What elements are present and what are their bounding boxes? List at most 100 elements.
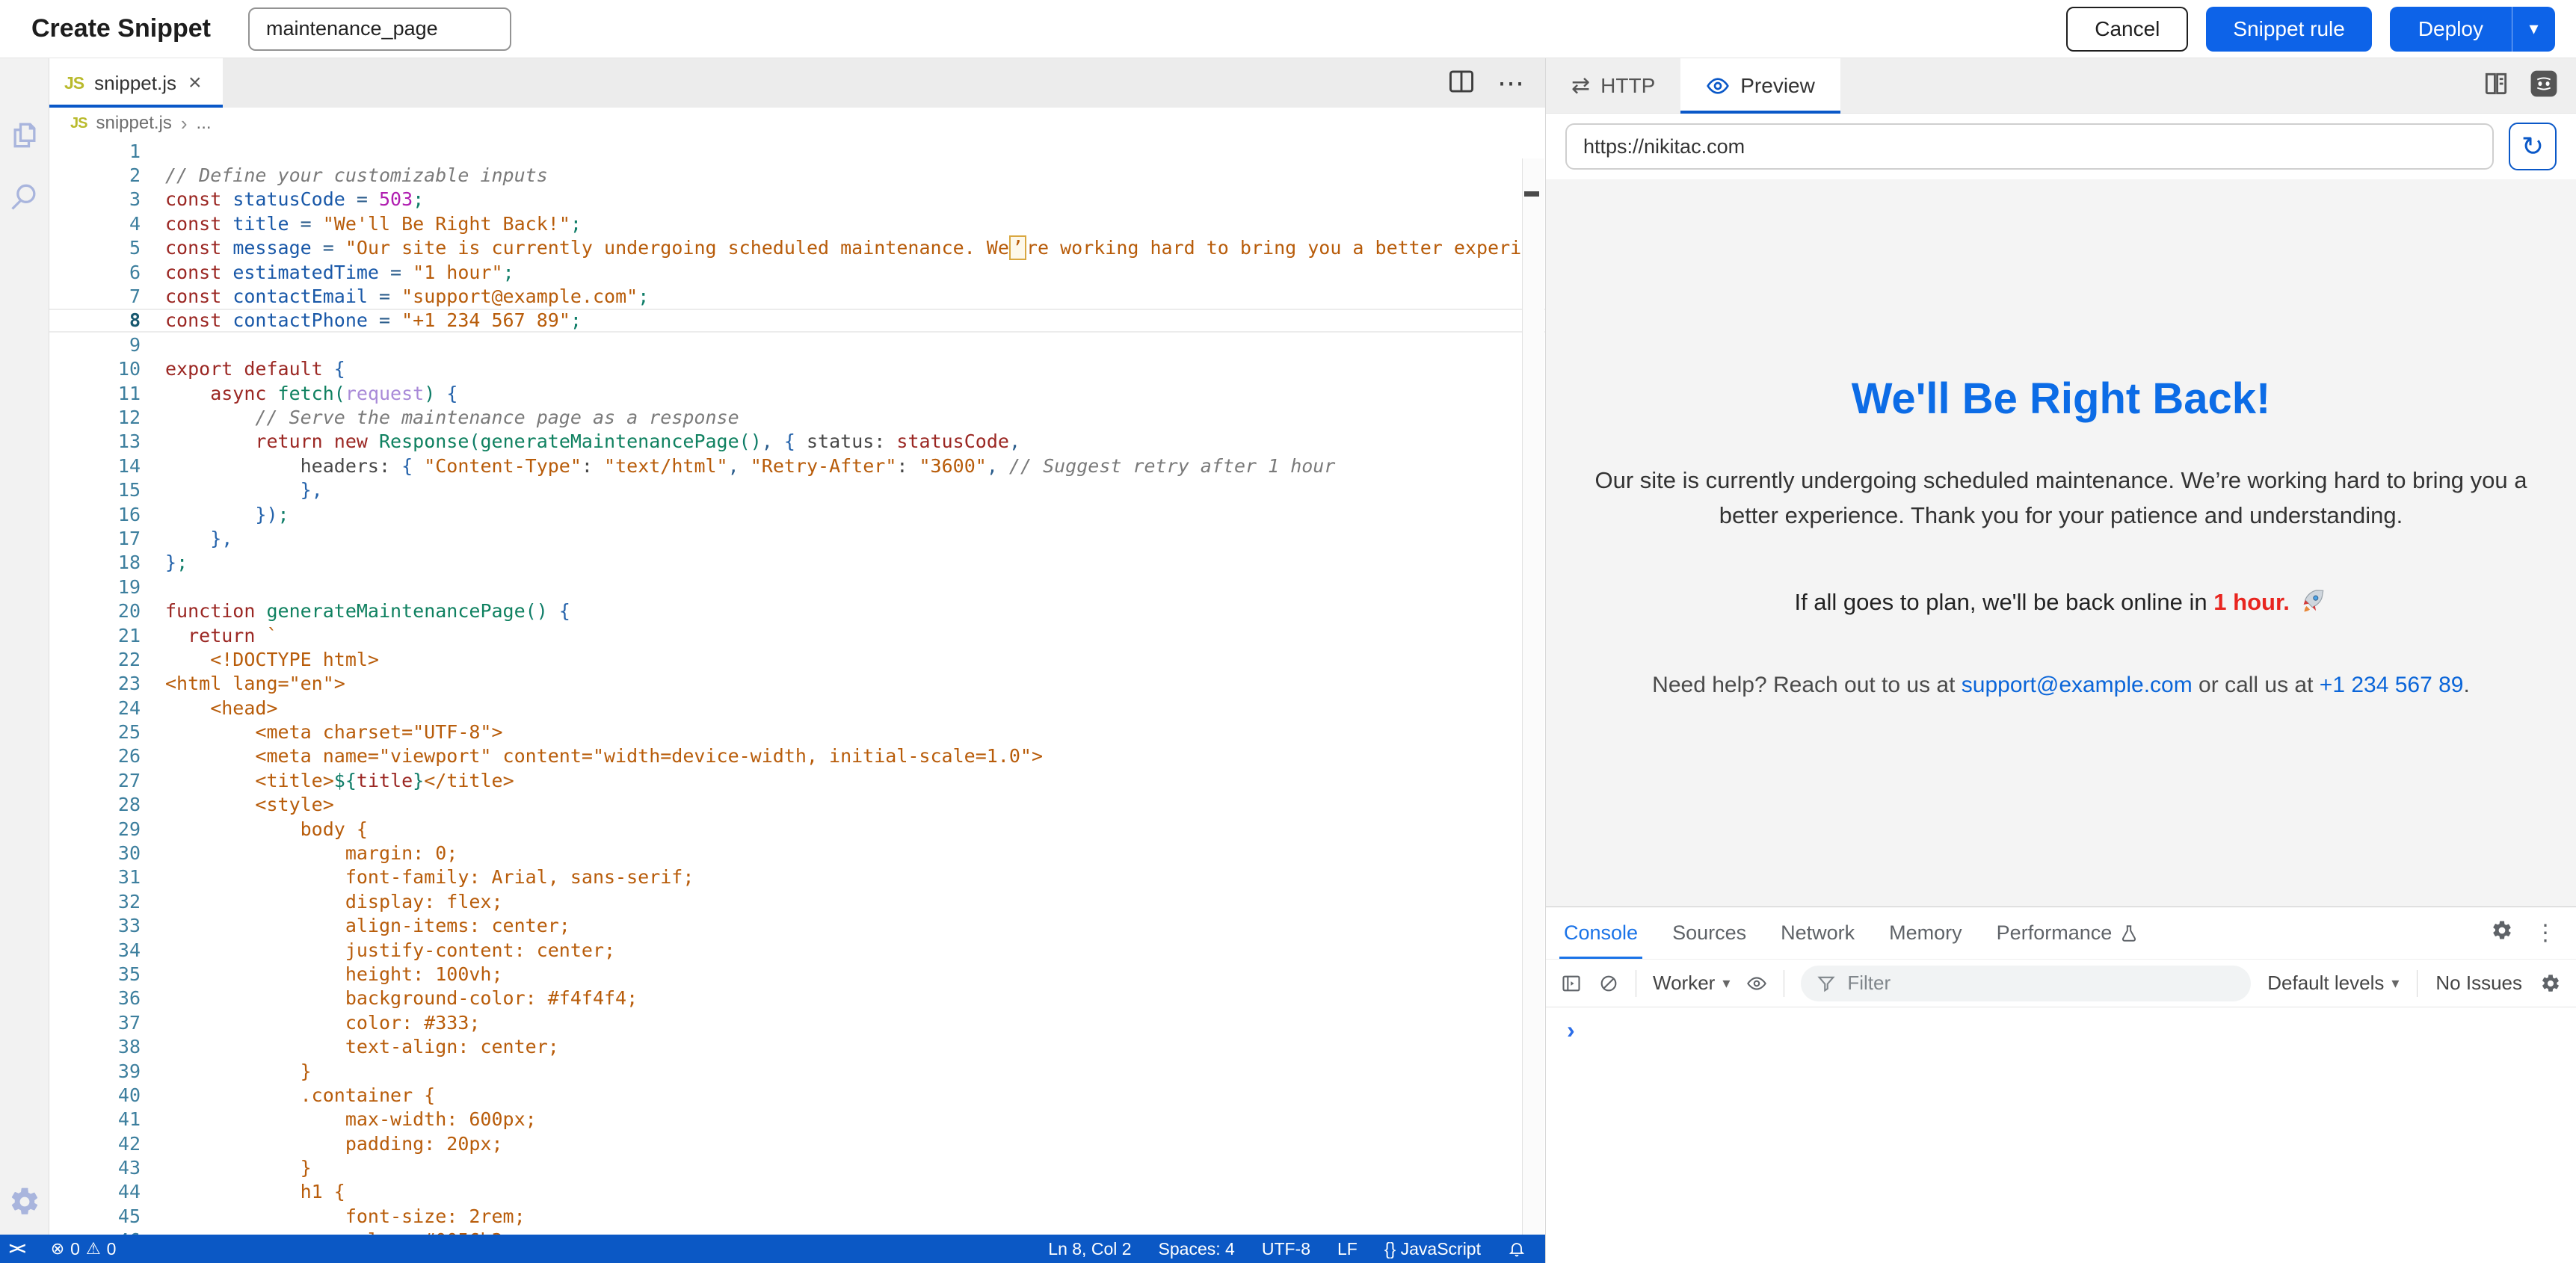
line-number: 31	[49, 866, 141, 888]
line-number: 32	[49, 891, 141, 912]
notifications-bell-icon[interactable]	[1508, 1240, 1526, 1258]
tab-close-icon[interactable]: ×	[188, 72, 202, 94]
code-line-2: 2// Define your customizable inputs	[49, 163, 1545, 187]
files-icon[interactable]	[8, 119, 41, 152]
split-editor-icon[interactable]	[1448, 70, 1475, 97]
code-line-14: 14 headers: { "Content-Type": "text/html…	[49, 454, 1545, 478]
cursor-position[interactable]: Ln 8, Col 2	[1048, 1239, 1131, 1259]
code-text: },	[141, 528, 232, 549]
eol-sequence[interactable]: LF	[1337, 1239, 1358, 1259]
line-number: 20	[49, 600, 141, 622]
code-text: background-color: #f4f4f4;	[141, 987, 638, 1009]
code-line-11: 11 async fetch(request) {	[49, 381, 1545, 405]
devtools-tabbar-actions: ⋮	[2491, 919, 2576, 947]
devtools-tab-memory[interactable]: Memory	[1889, 907, 1962, 959]
problems-warnings[interactable]: ⚠ 0	[86, 1239, 117, 1259]
code-line-20: 20function generateMaintenancePage() {	[49, 599, 1545, 623]
preview-tab-bar: ⇄ HTTP Preview	[1546, 58, 2576, 114]
encoding[interactable]: UTF-8	[1262, 1239, 1310, 1259]
filter-funnel-icon	[1816, 973, 1837, 994]
clear-console-icon[interactable]	[1598, 973, 1619, 994]
console-prompt-chevron[interactable]: ›	[1546, 1007, 2576, 1042]
remote-indicator-icon[interactable]: ><	[9, 1239, 24, 1259]
devtools-kebab-menu-icon[interactable]: ⋮	[2534, 920, 2557, 946]
devtools-tab-console[interactable]: Console	[1564, 907, 1638, 959]
settings-gear-icon[interactable]	[8, 1185, 41, 1218]
editor-actions: ⋯	[1448, 58, 1545, 108]
devtools-tab-sources[interactable]: Sources	[1672, 907, 1746, 959]
code-text: <meta charset="UTF-8">	[141, 721, 503, 743]
tab-snippet-js[interactable]: JS snippet.js ×	[49, 58, 223, 108]
context-selector[interactable]: Worker▾	[1653, 972, 1730, 995]
snippet-name-input[interactable]	[248, 7, 511, 51]
deploy-split-button[interactable]: Deploy ▾	[2390, 7, 2555, 52]
deploy-dropdown-caret-icon[interactable]: ▾	[2512, 7, 2555, 52]
line-number: 30	[49, 842, 141, 864]
breadcrumb[interactable]: JS snippet.js › ...	[49, 108, 1545, 139]
code-line-7: 7const contactEmail = "support@example.c…	[49, 284, 1545, 308]
line-number: 12	[49, 407, 141, 428]
line-number: 16	[49, 504, 141, 525]
code-line-6: 6const estimatedTime = "1 hour";	[49, 260, 1545, 284]
cancel-button[interactable]: Cancel	[2066, 7, 2188, 52]
line-number: 2	[49, 164, 141, 186]
code-text: const message = "Our site is currently u…	[141, 237, 1545, 259]
code-line-42: 42 padding: 20px;	[49, 1131, 1545, 1155]
live-expression-eye-icon[interactable]	[1746, 973, 1767, 994]
default-levels-dropdown[interactable]: Default levels▾	[2267, 972, 2399, 995]
code-line-36: 36 background-color: #f4f4f4;	[49, 986, 1545, 1010]
code-text: const title = "We'll Be Right Back!";	[141, 213, 582, 235]
tab-http[interactable]: ⇄ HTTP	[1546, 58, 1680, 113]
console-settings-gear-icon[interactable]	[2540, 973, 2561, 994]
code-text: height: 100vh;	[141, 963, 503, 985]
search-icon[interactable]	[8, 180, 41, 213]
preview-panel: ⇄ HTTP Preview	[1545, 58, 2576, 1263]
code-line-27: 27 <title>${title}</title>	[49, 768, 1545, 792]
breadcrumb-file[interactable]: snippet.js	[96, 113, 171, 134]
code-line-43: 43 }	[49, 1155, 1545, 1179]
discord-icon[interactable]	[2530, 70, 2558, 102]
code-line-8: 8const contactPhone = "+1 234 567 89";	[49, 309, 1545, 333]
code-text: <meta name="viewport" content="width=dev…	[141, 745, 1043, 767]
code-text: color: #333;	[141, 1012, 480, 1034]
devtools-tab-bar: Console Sources Network Memory Performance ⋮	[1546, 907, 2576, 960]
code-text: .container {	[141, 1084, 435, 1106]
code-editor[interactable]: 12// Define your customizable inputs3con…	[49, 139, 1545, 1235]
more-actions-icon[interactable]: ⋯	[1497, 78, 1526, 88]
devtools-tab-network[interactable]: Network	[1781, 907, 1855, 959]
refresh-button[interactable]: ↻	[2509, 123, 2557, 170]
problems-errors[interactable]: ⊗ 0	[51, 1239, 80, 1259]
code-text: padding: 20px;	[141, 1133, 503, 1155]
support-email-link[interactable]: support@example.com	[1962, 673, 2193, 697]
devtools-tab-performance[interactable]: Performance	[1997, 907, 2139, 959]
devtools-settings-gear-icon[interactable]	[2491, 919, 2513, 947]
code-line-25: 25 <meta charset="UTF-8">	[49, 720, 1545, 744]
line-number: 46	[49, 1229, 141, 1235]
preview-url-input[interactable]	[1565, 123, 2494, 170]
console-sidebar-toggle-icon[interactable]	[1561, 973, 1582, 994]
code-line-45: 45 font-size: 2rem;	[49, 1204, 1545, 1228]
page-title: Create Snippet	[31, 14, 211, 43]
language-mode[interactable]: {} JavaScript	[1384, 1239, 1481, 1259]
docs-book-icon[interactable]	[2482, 70, 2510, 102]
line-number: 1	[49, 140, 141, 162]
console-filter-input[interactable]: Filter	[1801, 966, 2251, 1001]
editor-scrollbar[interactable]	[1522, 158, 1544, 1235]
snippet-rule-button[interactable]: Snippet rule	[2206, 7, 2371, 52]
code-text: }	[141, 1157, 312, 1179]
indentation[interactable]: Spaces: 4	[1159, 1239, 1235, 1259]
code-line-46: 46 color: #0056b3;	[49, 1229, 1545, 1235]
tab-preview[interactable]: Preview	[1680, 58, 1840, 113]
code-line-17: 17 },	[49, 526, 1545, 550]
deploy-button[interactable]: Deploy	[2390, 17, 2512, 41]
breadcrumb-more[interactable]: ...	[197, 113, 212, 134]
line-number: 24	[49, 697, 141, 719]
no-issues-counter[interactable]: No Issues	[2435, 972, 2522, 995]
http-arrows-icon: ⇄	[1571, 72, 1590, 99]
line-number: 3	[49, 188, 141, 210]
devtools-panel: Console Sources Network Memory Performance ⋮	[1546, 907, 2576, 1263]
rocket-emoji-icon	[2301, 588, 2328, 615]
code-text: font-size: 2rem;	[141, 1205, 526, 1227]
line-number: 34	[49, 939, 141, 961]
phone-link[interactable]: +1 234 567 89	[2320, 673, 2464, 697]
